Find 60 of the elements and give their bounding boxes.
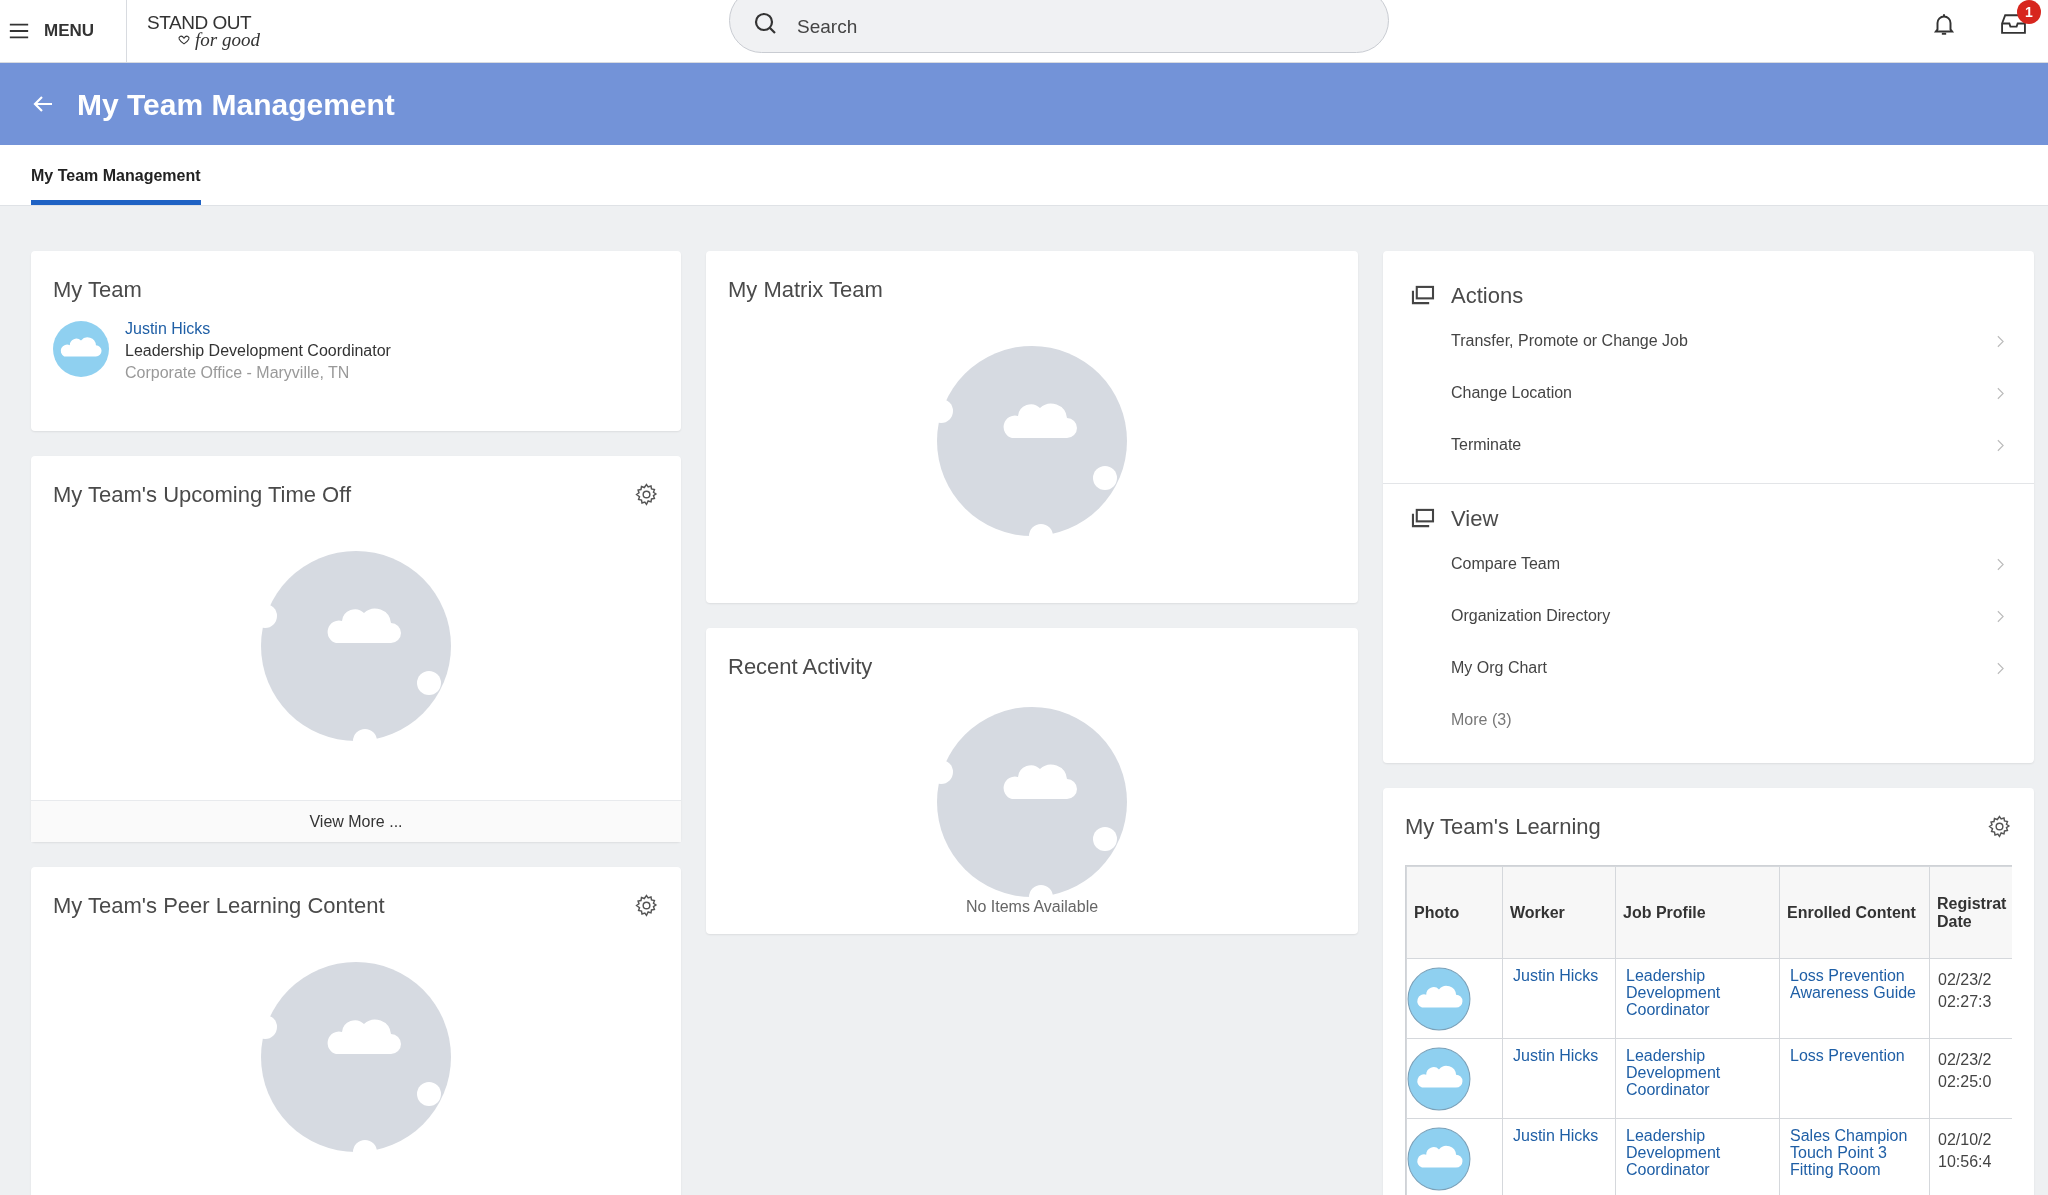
date-text: 02/23/2: [1938, 1050, 1993, 1070]
column-header: Worker: [1502, 866, 1616, 959]
enrolled-content-link[interactable]: Loss Prevention: [1790, 1047, 1919, 1064]
action-link[interactable]: Organization Directory: [1383, 590, 2034, 642]
column-header: Registrat Date: [1929, 866, 2012, 959]
logo-script-text: for good: [195, 30, 260, 49]
time-text: 02:27:3: [1938, 992, 1993, 1012]
time-text: 10:56:4: [1938, 1152, 1993, 1172]
avatar-icon: [1407, 1047, 1471, 1111]
chevron-right-icon: [1997, 661, 2004, 675]
chevron-right-icon: [1997, 334, 2004, 348]
avatar-icon: [1407, 1127, 1471, 1191]
section-title: View: [1451, 504, 1499, 533]
windows-icon: [1410, 284, 1435, 306]
logo-text: STAND OUT: [147, 13, 253, 32]
chevron-right-icon: [1997, 386, 2004, 400]
worker-link[interactable]: Justin Hicks: [1513, 1127, 1605, 1144]
date-text: 02/23/2: [1938, 970, 1993, 990]
action-link[interactable]: Transfer, Promote or Change Job: [1383, 315, 2034, 367]
windows-icon: [1410, 507, 1435, 529]
action-link[interactable]: My Org Chart: [1383, 642, 2034, 694]
avatar-icon: [53, 321, 109, 377]
action-link[interactable]: Terminate: [1383, 419, 2034, 471]
date-text: 02/10/2: [1938, 1130, 1993, 1150]
chevron-right-icon: [1997, 609, 2004, 623]
card-title: My Team's Learning: [1405, 813, 1601, 841]
settings-icon[interactable]: [634, 893, 659, 918]
card-title: My Team's Upcoming Time Off: [53, 481, 352, 509]
section-title: Actions: [1451, 281, 1524, 310]
heart-icon: [177, 34, 192, 45]
time-text: 02:25:0: [1938, 1072, 1993, 1092]
search-field[interactable]: Search: [729, 0, 1389, 53]
chevron-right-icon: [1997, 557, 2004, 571]
card-title: My Team: [53, 276, 142, 304]
column-header: Enrolled Content: [1779, 866, 1930, 959]
inbox-icon[interactable]: [2000, 11, 2027, 36]
job-title: Leadership Development Coordinator: [125, 341, 391, 361]
chevron-right-icon: [1997, 438, 2004, 452]
worker-link[interactable]: Justin Hicks: [125, 318, 211, 340]
settings-icon[interactable]: [1987, 814, 2012, 839]
menu-button[interactable]: MENU: [0, 0, 127, 62]
location-text: Corporate Office - Maryville, TN: [125, 363, 351, 383]
worker-link[interactable]: Justin Hicks: [1513, 1047, 1605, 1064]
card-title: Recent Activity: [728, 653, 873, 681]
empty-message: No Items Available: [965, 897, 1099, 917]
card-title: My Matrix Team: [728, 276, 883, 304]
action-link[interactable]: More (3): [1383, 694, 2034, 746]
column-header: Job Profile: [1615, 866, 1780, 959]
search-icon: [753, 11, 777, 35]
settings-icon[interactable]: [634, 482, 659, 507]
worker-link[interactable]: Justin Hicks: [1513, 967, 1605, 984]
action-link[interactable]: Change Location: [1383, 367, 2034, 419]
card-title: My Team's Peer Learning Content: [53, 892, 385, 920]
column-header: Photo: [1406, 866, 1503, 959]
tab[interactable]: My Team Management: [31, 145, 201, 205]
action-link[interactable]: Compare Team: [1383, 538, 2034, 590]
notification-badge: 1: [2017, 0, 2041, 24]
view-more-link[interactable]: View More ...: [309, 809, 403, 834]
avatar-icon: [1407, 967, 1471, 1031]
page-title: My Team Management: [77, 86, 395, 123]
